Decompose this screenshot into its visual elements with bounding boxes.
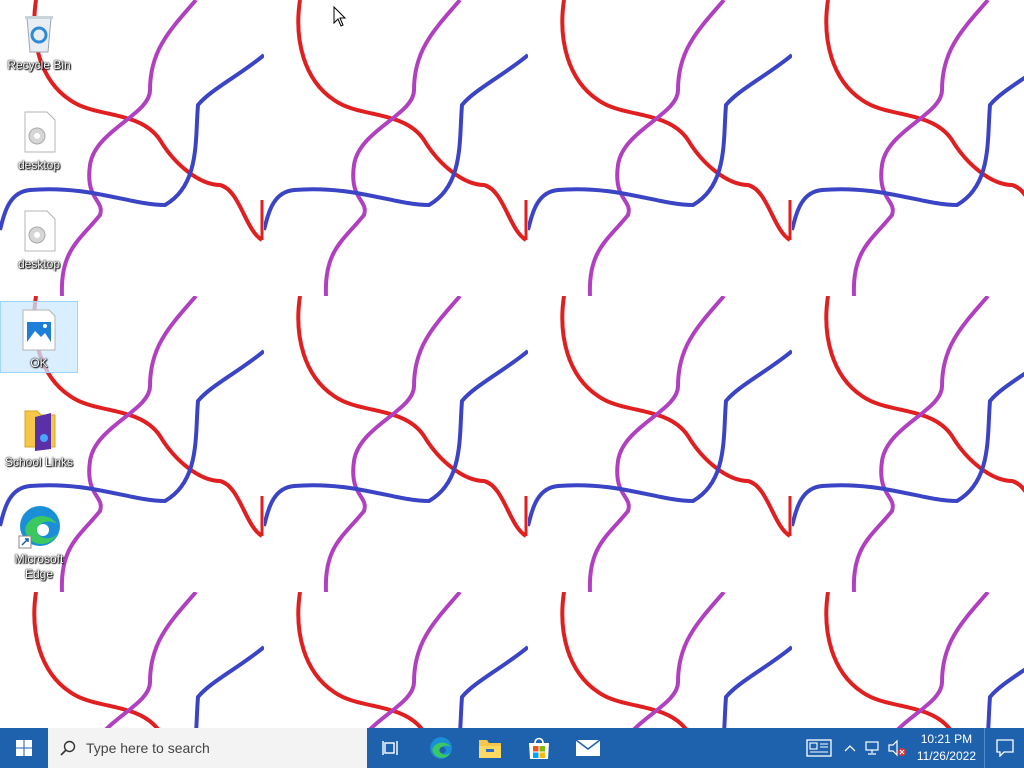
image-file-icon (22, 309, 56, 351)
file-explorer-button[interactable] (465, 728, 514, 768)
desktop-icon-label: desktop (17, 158, 61, 172)
desktop-icon-recycle-bin[interactable]: Recycle Bin (0, 4, 78, 76)
desktop-icon-label: School Links (4, 455, 74, 469)
desktop-icon-school-links[interactable]: School Links (0, 401, 78, 473)
volume-muted-icon (888, 739, 906, 757)
desktop-icon-label: OK (30, 356, 48, 370)
clock[interactable]: 10:21 PM 11/26/2022 (909, 731, 984, 765)
network-icon (865, 741, 879, 755)
recycle-bin-icon (25, 16, 53, 53)
folder-icon (24, 410, 56, 451)
store-icon (528, 737, 549, 759)
desktop-icon-label: desktop (17, 257, 61, 271)
file-explorer-icon (478, 740, 501, 758)
action-center-button[interactable] (984, 728, 1024, 768)
news-icon (806, 739, 832, 757)
desktop[interactable]: Recycle Bin desktop desktop OK School Li… (0, 0, 1024, 728)
settings-file-icon (24, 111, 56, 153)
desktop-icon-desktop-2[interactable]: desktop (0, 203, 78, 275)
clock-time: 10:21 PM (920, 732, 973, 746)
search-placeholder: Type here to search (86, 740, 210, 756)
task-view-button[interactable] (367, 728, 416, 768)
network-button[interactable] (861, 728, 885, 768)
mail-icon (575, 739, 600, 756)
desktop-icon-ok[interactable]: OK (0, 301, 78, 373)
search-icon (60, 740, 76, 756)
edge-icon (429, 737, 452, 759)
wallpaper (0, 0, 1024, 728)
volume-button[interactable] (885, 728, 909, 768)
desktop-icon-label: Microsoft Edge (14, 552, 64, 581)
system-tray: 10:21 PM 11/26/2022 (799, 728, 1024, 768)
search-box[interactable]: Type here to search (48, 728, 367, 768)
settings-file-icon (24, 210, 56, 252)
news-and-interests-button[interactable] (799, 728, 839, 768)
edge-taskbar-button[interactable] (416, 728, 465, 768)
clock-date: 11/26/2022 (916, 749, 976, 763)
task-view-icon (381, 741, 398, 755)
windows-logo-icon (16, 740, 32, 756)
taskbar: Type here to search 10:21 PM 11/26/2022 (0, 728, 1024, 768)
start-button[interactable] (0, 728, 48, 768)
show-hidden-icons-button[interactable] (839, 728, 861, 768)
desktop-icon-label: Recycle Bin (7, 58, 71, 72)
microsoft-store-button[interactable] (514, 728, 563, 768)
notification-icon (995, 739, 1014, 757)
mouse-pointer-icon (333, 6, 347, 27)
desktop-icon-microsoft-edge[interactable]: Microsoft Edge (0, 498, 78, 584)
chevron-up-icon (844, 745, 856, 752)
desktop-icon-desktop-1[interactable]: desktop (0, 104, 78, 176)
edge-icon (18, 506, 60, 549)
mail-button[interactable] (563, 728, 612, 768)
